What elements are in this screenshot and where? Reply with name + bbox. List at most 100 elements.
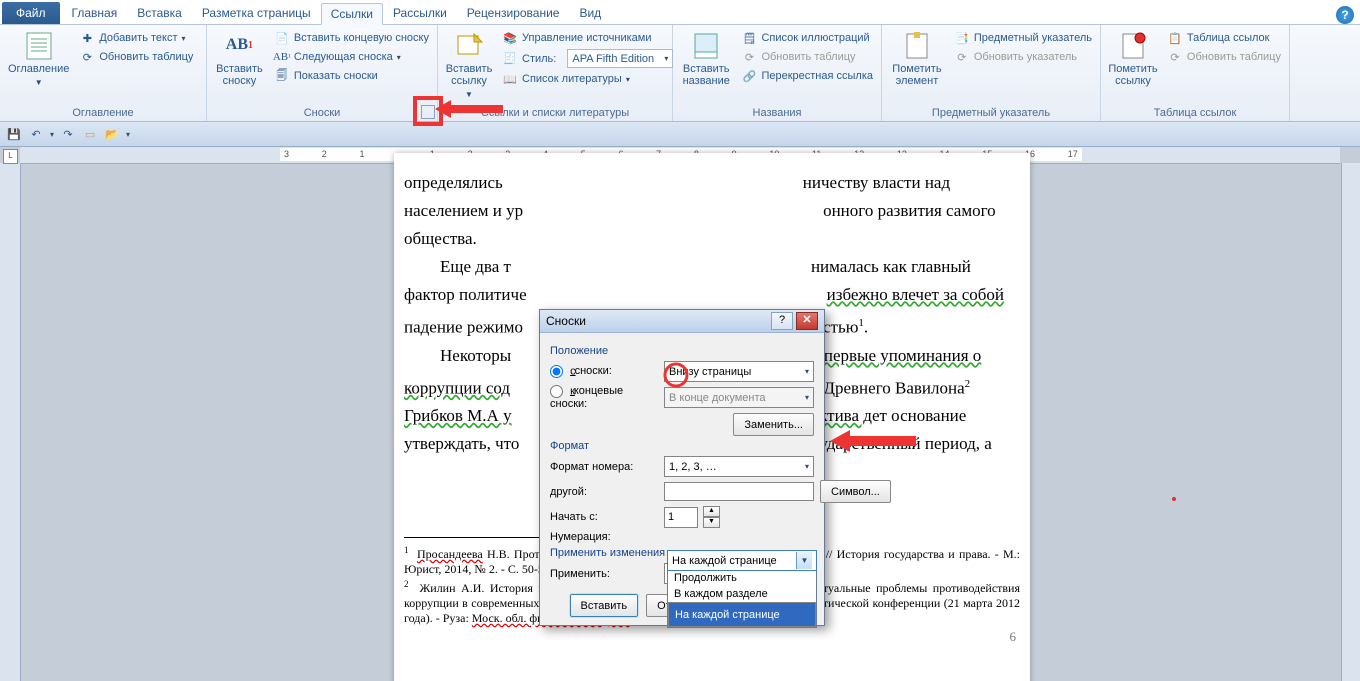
crossref-icon: 🔗 <box>741 68 757 84</box>
section-position: Положение <box>550 345 814 357</box>
insert-index-button[interactable]: 📑Предметный указатель <box>950 29 1096 47</box>
mark-entry-button[interactable]: Пометить элемент <box>886 27 948 89</box>
toc-icon <box>23 29 55 61</box>
radio-endnotes[interactable]: кконцевые сноски: <box>550 385 658 410</box>
tab-view[interactable]: Вид <box>569 2 611 24</box>
ribbon: Оглавление ▼ ✚Добавить текст▾ ⟳Обновить … <box>0 25 1360 122</box>
illustrations-list-button[interactable]: 🗒Список иллюстраций <box>737 29 877 47</box>
numbering-option-section[interactable]: В каждом разделе <box>668 586 816 602</box>
endnote-icon: 📄 <box>274 30 290 46</box>
refresh-icon: ⟳ <box>1167 49 1183 65</box>
insert-endnote-button[interactable]: 📄Вставить концевую сноску <box>270 29 433 47</box>
tab-mailings[interactable]: Рассылки <box>383 2 457 24</box>
undo-more[interactable]: ▾ <box>50 130 54 139</box>
insert-footnote-label: Вставить сноску <box>215 63 264 87</box>
index-icon <box>901 29 933 61</box>
start-spinner[interactable]: ▲▼ <box>703 506 720 528</box>
group-toa-title: Таблица ссылок <box>1105 106 1285 121</box>
next-footnote-icon: AB¹ <box>274 49 290 65</box>
group-footnotes-title: Сноски <box>211 106 433 121</box>
insert-footnote-button[interactable]: AB1 Вставить сноску <box>211 27 268 89</box>
annotation-arrow-launcher <box>435 98 505 120</box>
index-list-icon: 📑 <box>954 30 970 46</box>
redo-icon[interactable]: ↷ <box>60 126 76 142</box>
document-area: 3211234567891011121314151617 L определял… <box>0 147 1360 681</box>
annotation-arrow-option <box>830 428 918 454</box>
label-numfmt: Формат номера: <box>550 461 658 473</box>
numbering-option-each-page[interactable]: На каждой странице <box>668 602 816 627</box>
start-at-input[interactable] <box>664 507 698 528</box>
endnote-position-select: В конце документа▾ <box>664 387 814 408</box>
symbol-button[interactable]: Символ... <box>820 480 891 503</box>
next-footnote-button[interactable]: AB¹Следующая сноска▾ <box>270 48 433 66</box>
toc-label: Оглавление <box>8 63 69 75</box>
save-icon[interactable]: 💾 <box>6 126 22 142</box>
footnote-icon: AB1 <box>223 29 255 61</box>
group-index-title: Предметный указатель <box>886 106 1096 121</box>
mark-citation-button[interactable]: Пометить ссылку <box>1105 27 1161 89</box>
footnotes-dialog: Сноски ? ✕ Положение ссноски: Внизу стра… <box>539 309 825 626</box>
tab-page-layout[interactable]: Разметка страницы <box>192 2 321 24</box>
mark-citation-label: Пометить ссылку <box>1108 63 1157 87</box>
refresh-icon: ⟳ <box>741 49 757 65</box>
help-icon[interactable]: ? <box>1336 6 1354 24</box>
biblio-icon: 📖 <box>502 71 518 87</box>
replace-button[interactable]: Заменить... <box>733 413 814 436</box>
show-footnotes-button[interactable]: 🗐Показать сноски <box>270 67 433 85</box>
bibliography-button[interactable]: 📖Список литературы▾ <box>498 70 677 88</box>
add-text-button[interactable]: ✚Добавить текст▾ <box>75 29 197 47</box>
label-numbering: Нумерация: <box>550 531 658 543</box>
chevron-down-icon: ▼ <box>35 77 43 89</box>
insert-button[interactable]: Вставить <box>570 594 639 617</box>
radio-footnotes[interactable]: ссноски: <box>550 365 658 378</box>
tab-home[interactable]: Главная <box>62 2 128 24</box>
refresh-icon: ⟳ <box>79 49 95 65</box>
tab-review[interactable]: Рецензирование <box>457 2 570 24</box>
open-icon[interactable]: 📂 <box>104 126 120 142</box>
numbering-dropdown-open[interactable]: На каждой странице▼ Продолжить В каждом … <box>667 550 817 628</box>
manage-sources-button[interactable]: 📚Управление источниками <box>498 29 677 47</box>
style-dropdown[interactable]: 🧾Стиль: APA Fifth Edition▾ <box>498 48 677 69</box>
label-apply-to: Применить: <box>550 568 658 580</box>
annotation-circle-start <box>662 362 690 388</box>
sources-icon: 📚 <box>502 30 518 46</box>
page-number: 6 <box>1010 629 1017 645</box>
dialog-close-icon[interactable]: ✕ <box>796 312 818 330</box>
group-captions-title: Названия <box>677 106 877 121</box>
insert-caption-label: Вставить название <box>681 63 731 87</box>
citation-icon <box>453 29 485 61</box>
update-index-button[interactable]: ⟳Обновить указатель <box>950 48 1096 66</box>
ribbon-tabs: Файл Главная Вставка Разметка страницы С… <box>0 0 1360 25</box>
cross-reference-button[interactable]: 🔗Перекрестная ссылка <box>737 67 877 85</box>
new-icon[interactable]: ▭ <box>82 126 98 142</box>
qat-more[interactable]: ▾ <box>126 130 130 139</box>
annotation-dot <box>1172 497 1176 501</box>
numbering-option-continue[interactable]: Продолжить <box>668 570 816 586</box>
insert-citation-button[interactable]: Вставить ссылку ▼ <box>442 27 496 103</box>
update-captions-button[interactable]: ⟳Обновить таблицу <box>737 48 877 66</box>
insert-caption-button[interactable]: Вставить название <box>677 27 735 89</box>
other-symbol-input[interactable] <box>664 482 814 501</box>
show-icon: 🗐 <box>274 68 290 84</box>
caption-icon <box>690 29 722 61</box>
plus-icon: ✚ <box>79 30 95 46</box>
dialog-titlebar[interactable]: Сноски ? ✕ <box>540 310 824 333</box>
toa-list-icon: 📋 <box>1167 30 1183 46</box>
tab-insert[interactable]: Вставка <box>127 2 192 24</box>
update-toc-button[interactable]: ⟳Обновить таблицу <box>75 48 197 66</box>
update-toa-button[interactable]: ⟳Обновить таблицу <box>1163 48 1285 66</box>
toc-button[interactable]: Оглавление ▼ <box>4 27 73 91</box>
dialog-help-icon[interactable]: ? <box>771 312 793 330</box>
refresh-icon: ⟳ <box>954 49 970 65</box>
style-icon: 🧾 <box>502 51 518 67</box>
number-format-select[interactable]: 1, 2, 3, …▾ <box>664 456 814 477</box>
scrollbar-area[interactable] <box>1341 163 1360 681</box>
undo-icon[interactable]: ↶ <box>28 126 44 142</box>
ruler-corner[interactable]: L <box>3 149 18 164</box>
insert-toa-button[interactable]: 📋Таблица ссылок <box>1163 29 1285 47</box>
tab-references[interactable]: Ссылки <box>321 3 383 25</box>
toa-icon <box>1117 29 1149 61</box>
vertical-ruler[interactable] <box>0 163 21 681</box>
file-tab[interactable]: Файл <box>2 2 60 24</box>
section-format: Формат <box>550 440 814 452</box>
